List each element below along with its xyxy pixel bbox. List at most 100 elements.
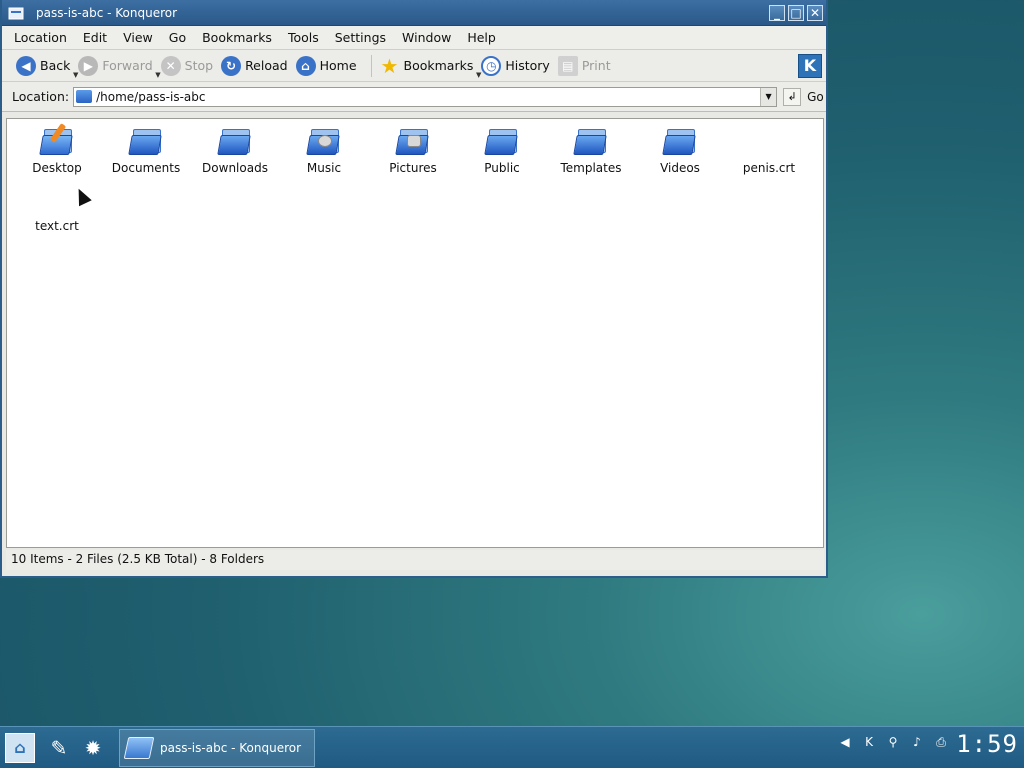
menu-tools-label: Tools	[287, 30, 319, 45]
file-icon	[753, 125, 785, 157]
main-toolbar: ◀ Back ▼ ▶ Forward ▼ ✕ Stop ↻ Reload ⌂ H…	[2, 50, 826, 82]
folder-icon	[662, 125, 696, 157]
menu-edit[interactable]: Edit	[75, 30, 115, 45]
konqueror-window: pass-is-abc - Konqueror _ □ ✕ Location E…	[0, 0, 828, 578]
file-item-desktop[interactable]: Desktop	[15, 123, 99, 175]
pictures-folder-icon	[395, 125, 429, 157]
file-name: Videos	[660, 161, 700, 175]
task-konqueror[interactable]: pass-is-abc - Konqueror	[119, 728, 315, 767]
menu-settings[interactable]: Settings	[327, 30, 394, 45]
stop-icon: ✕	[160, 55, 181, 76]
home-label: Home	[319, 58, 357, 73]
home-icon: ⌂	[295, 55, 316, 76]
stop-label: Stop	[184, 58, 214, 73]
task-title: pass-is-abc - Konqueror	[160, 740, 302, 755]
forward-label: Forward	[102, 58, 153, 73]
location-value: /home/pass-is-abc	[96, 89, 206, 104]
file-name: Downloads	[202, 161, 268, 175]
file-item-music[interactable]: Music	[282, 125, 366, 175]
menu-help[interactable]: Help	[459, 30, 504, 45]
reload-label: Reload	[245, 58, 288, 73]
menu-view[interactable]: View	[115, 30, 161, 45]
file-name: Templates	[560, 161, 622, 175]
go-arrow-icon[interactable]: ↲	[783, 87, 802, 106]
klipper-icon[interactable]: K	[860, 733, 878, 751]
menu-view-label: View	[123, 30, 153, 45]
folder-icon	[484, 125, 518, 157]
volume-icon[interactable]: ♪	[908, 733, 926, 751]
file-icon	[41, 183, 73, 215]
minimize-button[interactable]: _	[769, 4, 785, 21]
file-item-downloads[interactable]: Downloads	[193, 125, 277, 175]
menu-bookmarks-label: Bookmarks	[202, 30, 272, 45]
folder-icon	[76, 90, 93, 103]
printer-icon: ▤	[557, 55, 578, 76]
location-dropdown-icon[interactable]: ▼	[760, 87, 777, 106]
menu-go[interactable]: Go	[161, 30, 194, 45]
printer-tray-icon[interactable]: ⎙	[932, 733, 950, 751]
history-button[interactable]: ◷ History	[481, 55, 550, 76]
taskbar: ⌂ ✎ ✹ pass-is-abc - Konqueror ◀ K ⚲ ♪ ⎙ …	[0, 726, 1024, 768]
location-input[interactable]: /home/pass-is-abc ▼	[73, 86, 778, 107]
file-item-penis-crt[interactable]: penis.crt	[727, 125, 811, 175]
menu-go-label: Go	[168, 30, 187, 45]
file-item-videos[interactable]: Videos	[638, 125, 722, 175]
music-folder-icon	[306, 125, 340, 157]
file-item-documents[interactable]: Documents	[104, 125, 188, 175]
bookmarks-label: Bookmarks	[403, 58, 474, 73]
file-name: Pictures	[389, 161, 437, 175]
forward-arrow-icon: ▶	[78, 55, 99, 76]
file-item-templates[interactable]: Templates	[549, 125, 633, 175]
menu-window[interactable]: Window	[394, 30, 459, 45]
kmenu-button[interactable]: ⌂	[5, 732, 35, 763]
file-name: Music	[306, 161, 342, 175]
menu-bar: Location Edit View Go Bookmarks Tools Se…	[2, 26, 826, 50]
folder-icon	[573, 125, 607, 157]
stop-button[interactable]: ✕ Stop	[160, 55, 214, 76]
reload-button[interactable]: ↻ Reload	[221, 55, 288, 76]
maximize-button[interactable]: □	[788, 4, 804, 21]
bookmarks-button[interactable]: ★ Bookmarks ▼	[380, 53, 482, 79]
file-name: penis.crt	[742, 161, 796, 175]
file-name: text.crt	[35, 219, 79, 233]
toolbar-separator	[370, 54, 372, 77]
file-name: Public	[484, 161, 520, 175]
clock-icon: ◷	[481, 55, 502, 76]
history-label: History	[505, 58, 550, 73]
menu-help-label: Help	[467, 30, 496, 45]
window-title: pass-is-abc - Konqueror	[36, 5, 178, 20]
menu-location[interactable]: Location	[6, 30, 75, 45]
network-icon[interactable]: ⚲	[884, 733, 902, 751]
menu-edit-label: Edit	[82, 30, 108, 45]
folder-icon	[128, 125, 162, 157]
reload-icon: ↻	[221, 55, 242, 76]
home-button[interactable]: ⌂ Home	[295, 55, 357, 76]
close-button[interactable]: ✕	[807, 4, 823, 21]
kde-throbber-icon[interactable]: K	[798, 54, 822, 78]
back-button[interactable]: ◀ Back ▼	[16, 55, 78, 79]
desktop-shortcut-icon[interactable]: ✎	[45, 734, 73, 762]
go-button[interactable]: Go	[807, 90, 824, 104]
desktop-folder-icon	[39, 123, 73, 157]
tray-collapse-icon[interactable]: ◀	[836, 733, 854, 751]
back-label: Back	[40, 58, 71, 73]
konqueror-shortcut-icon[interactable]: ✹	[79, 734, 107, 762]
menu-bookmarks[interactable]: Bookmarks	[194, 30, 280, 45]
star-icon: ★	[380, 53, 399, 78]
file-item-public[interactable]: Public	[460, 125, 544, 175]
menu-window-label: Window	[402, 30, 452, 45]
forward-button[interactable]: ▶ Forward ▼	[78, 55, 161, 79]
file-view[interactable]: Desktop Documents Downloads Music Pictur…	[6, 118, 824, 548]
print-label: Print	[581, 58, 611, 73]
folder-icon	[217, 125, 251, 157]
file-name: Desktop	[32, 161, 82, 175]
clock[interactable]: 1:59	[956, 730, 1018, 758]
print-button[interactable]: ▤ Print	[557, 55, 611, 76]
title-bar[interactable]: pass-is-abc - Konqueror _ □ ✕	[2, 0, 826, 26]
konqueror-app-icon[interactable]	[8, 6, 24, 20]
menu-location-label: Location	[14, 30, 67, 45]
menu-tools[interactable]: Tools	[280, 30, 327, 45]
back-arrow-icon: ◀	[16, 55, 36, 76]
file-item-pictures[interactable]: Pictures	[371, 125, 455, 175]
location-bar: Location: /home/pass-is-abc ▼ ↲ Go	[2, 82, 826, 112]
